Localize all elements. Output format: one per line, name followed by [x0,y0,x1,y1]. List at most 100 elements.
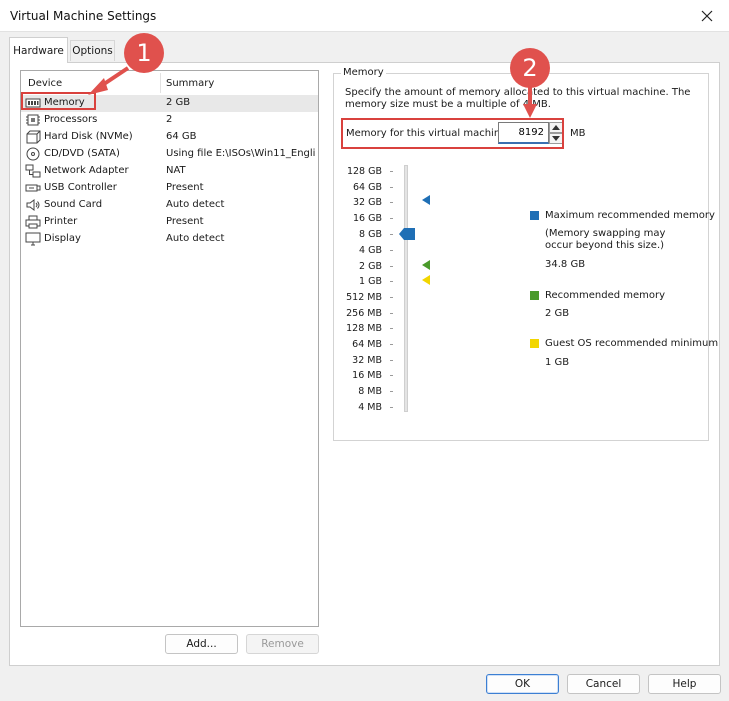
guest-min-swatch [530,339,539,348]
device-row-sound-card[interactable]: Sound Card Auto detect [21,197,318,214]
recommended-marker [422,260,430,270]
column-header-device[interactable]: Device [28,78,62,89]
device-summary: Auto detect [166,199,225,210]
scale-label: 1 GB [359,276,382,287]
device-row-display[interactable]: Display Auto detect [21,231,318,248]
add-button[interactable]: Add... [165,634,238,654]
max-recommended-swatch [530,211,539,220]
memory-description: Specify the amount of memory allocated t… [345,87,691,110]
guest-min-value: 1 GB [545,357,570,368]
scale-label: 512 MB [346,292,382,303]
scale-tick [390,375,393,376]
ok-button[interactable]: OK [486,674,559,694]
recommended-label: Recommended memory [545,290,666,301]
device-name: Printer [44,216,78,227]
scale-label: 4 GB [359,245,382,256]
callout-one: 1 [124,33,164,73]
scale-label: 16 GB [353,213,382,224]
max-recommended-value: 34.8 GB [545,259,586,270]
device-summary: Present [166,216,204,227]
device-row-printer[interactable]: Printer Present [21,214,318,231]
scale-label: 256 MB [346,308,382,319]
scale-label: 128 GB [346,166,382,177]
recommended-value: 2 GB [545,308,570,319]
max-recommended-label: Maximum recommended memory [545,210,715,221]
device-name: Hard Disk (NVMe) [44,131,133,142]
scale-label: 32 MB [352,355,382,366]
scale-tick [390,313,393,314]
tab-options[interactable]: Options [70,40,115,61]
device-summary: Present [166,182,204,193]
column-separator [160,73,161,93]
display-icon [25,232,41,246]
max-recommended-marker [422,195,430,205]
scale-tick [390,281,393,282]
scale-tick [390,344,393,345]
scale-tick [390,202,393,203]
title-bar: Virtual Machine Settings [0,0,729,32]
memory-unit: MB [570,128,586,139]
highlight-memory-field [341,118,564,149]
remove-button[interactable]: Remove [246,634,319,654]
device-list[interactable]: Device Summary Memory 2 GB Processors 2 … [20,70,319,627]
scale-label: 8 MB [358,386,382,397]
scale-tick [390,407,393,408]
scale-label: 128 MB [346,323,382,334]
network-adapter-icon [25,164,41,178]
guest-min-marker [422,275,430,285]
device-row-processors[interactable]: Processors 2 [21,112,318,129]
device-summary: 2 [166,114,173,125]
device-name: Display [44,233,81,244]
scale-tick [390,234,393,235]
memory-slider-thumb[interactable] [399,228,415,240]
device-row-usb-controller[interactable]: USB Controller Present [21,180,318,197]
cd-dvd-icon [25,147,41,161]
close-button[interactable] [689,2,725,30]
sound-card-icon [25,198,41,212]
scale-label: 32 GB [353,197,382,208]
device-name: Network Adapter [44,165,129,176]
column-header-summary[interactable]: Summary [166,78,214,89]
usb-icon [25,181,41,195]
device-name: CD/DVD (SATA) [44,148,120,159]
scale-tick [390,187,393,188]
scale-tick [390,218,393,219]
scale-tick [390,171,393,172]
scale-label: 64 MB [352,339,382,350]
device-summary: NAT [166,165,186,176]
recommended-swatch [530,291,539,300]
memory-slider-track[interactable] [404,165,408,412]
callout-two: 2 [510,48,550,88]
device-row-hard-disk[interactable]: Hard Disk (NVMe) 64 GB [21,129,318,146]
device-row-cd-dvd[interactable]: CD/DVD (SATA) Using file E:\ISOs\Win11_E… [21,146,318,163]
device-summary: 2 GB [166,97,191,108]
max-recommended-note: (Memory swapping may occur beyond this s… [545,228,666,251]
cancel-button[interactable]: Cancel [567,674,640,694]
printer-icon [25,215,41,229]
highlight-memory-row [21,92,96,110]
window-title: Virtual Machine Settings [10,9,157,23]
scale-tick [390,250,393,251]
device-summary: Using file E:\ISOs\Win11_Engli... [166,148,316,159]
device-summary: 64 GB [166,131,197,142]
device-summary: Auto detect [166,233,225,244]
tab-hardware[interactable]: Hardware [9,37,68,63]
scale-tick [390,328,393,329]
scale-label: 4 MB [358,402,382,413]
device-list-header: Device Summary [21,71,318,93]
guest-min-label: Guest OS recommended minimum [545,338,719,349]
scale-tick [390,266,393,267]
scale-label: 8 GB [359,229,382,240]
processor-icon [25,113,41,127]
scale-label: 16 MB [352,370,382,381]
memory-group-title: Memory [341,67,386,78]
device-row-network-adapter[interactable]: Network Adapter NAT [21,163,318,180]
scale-tick [390,391,393,392]
device-name: Processors [44,114,98,125]
hard-disk-icon [25,130,41,144]
scale-label: 2 GB [359,261,382,272]
scale-tick [390,360,393,361]
scale-label: 64 GB [353,182,382,193]
device-name: Sound Card [44,199,103,210]
help-button[interactable]: Help [648,674,721,694]
